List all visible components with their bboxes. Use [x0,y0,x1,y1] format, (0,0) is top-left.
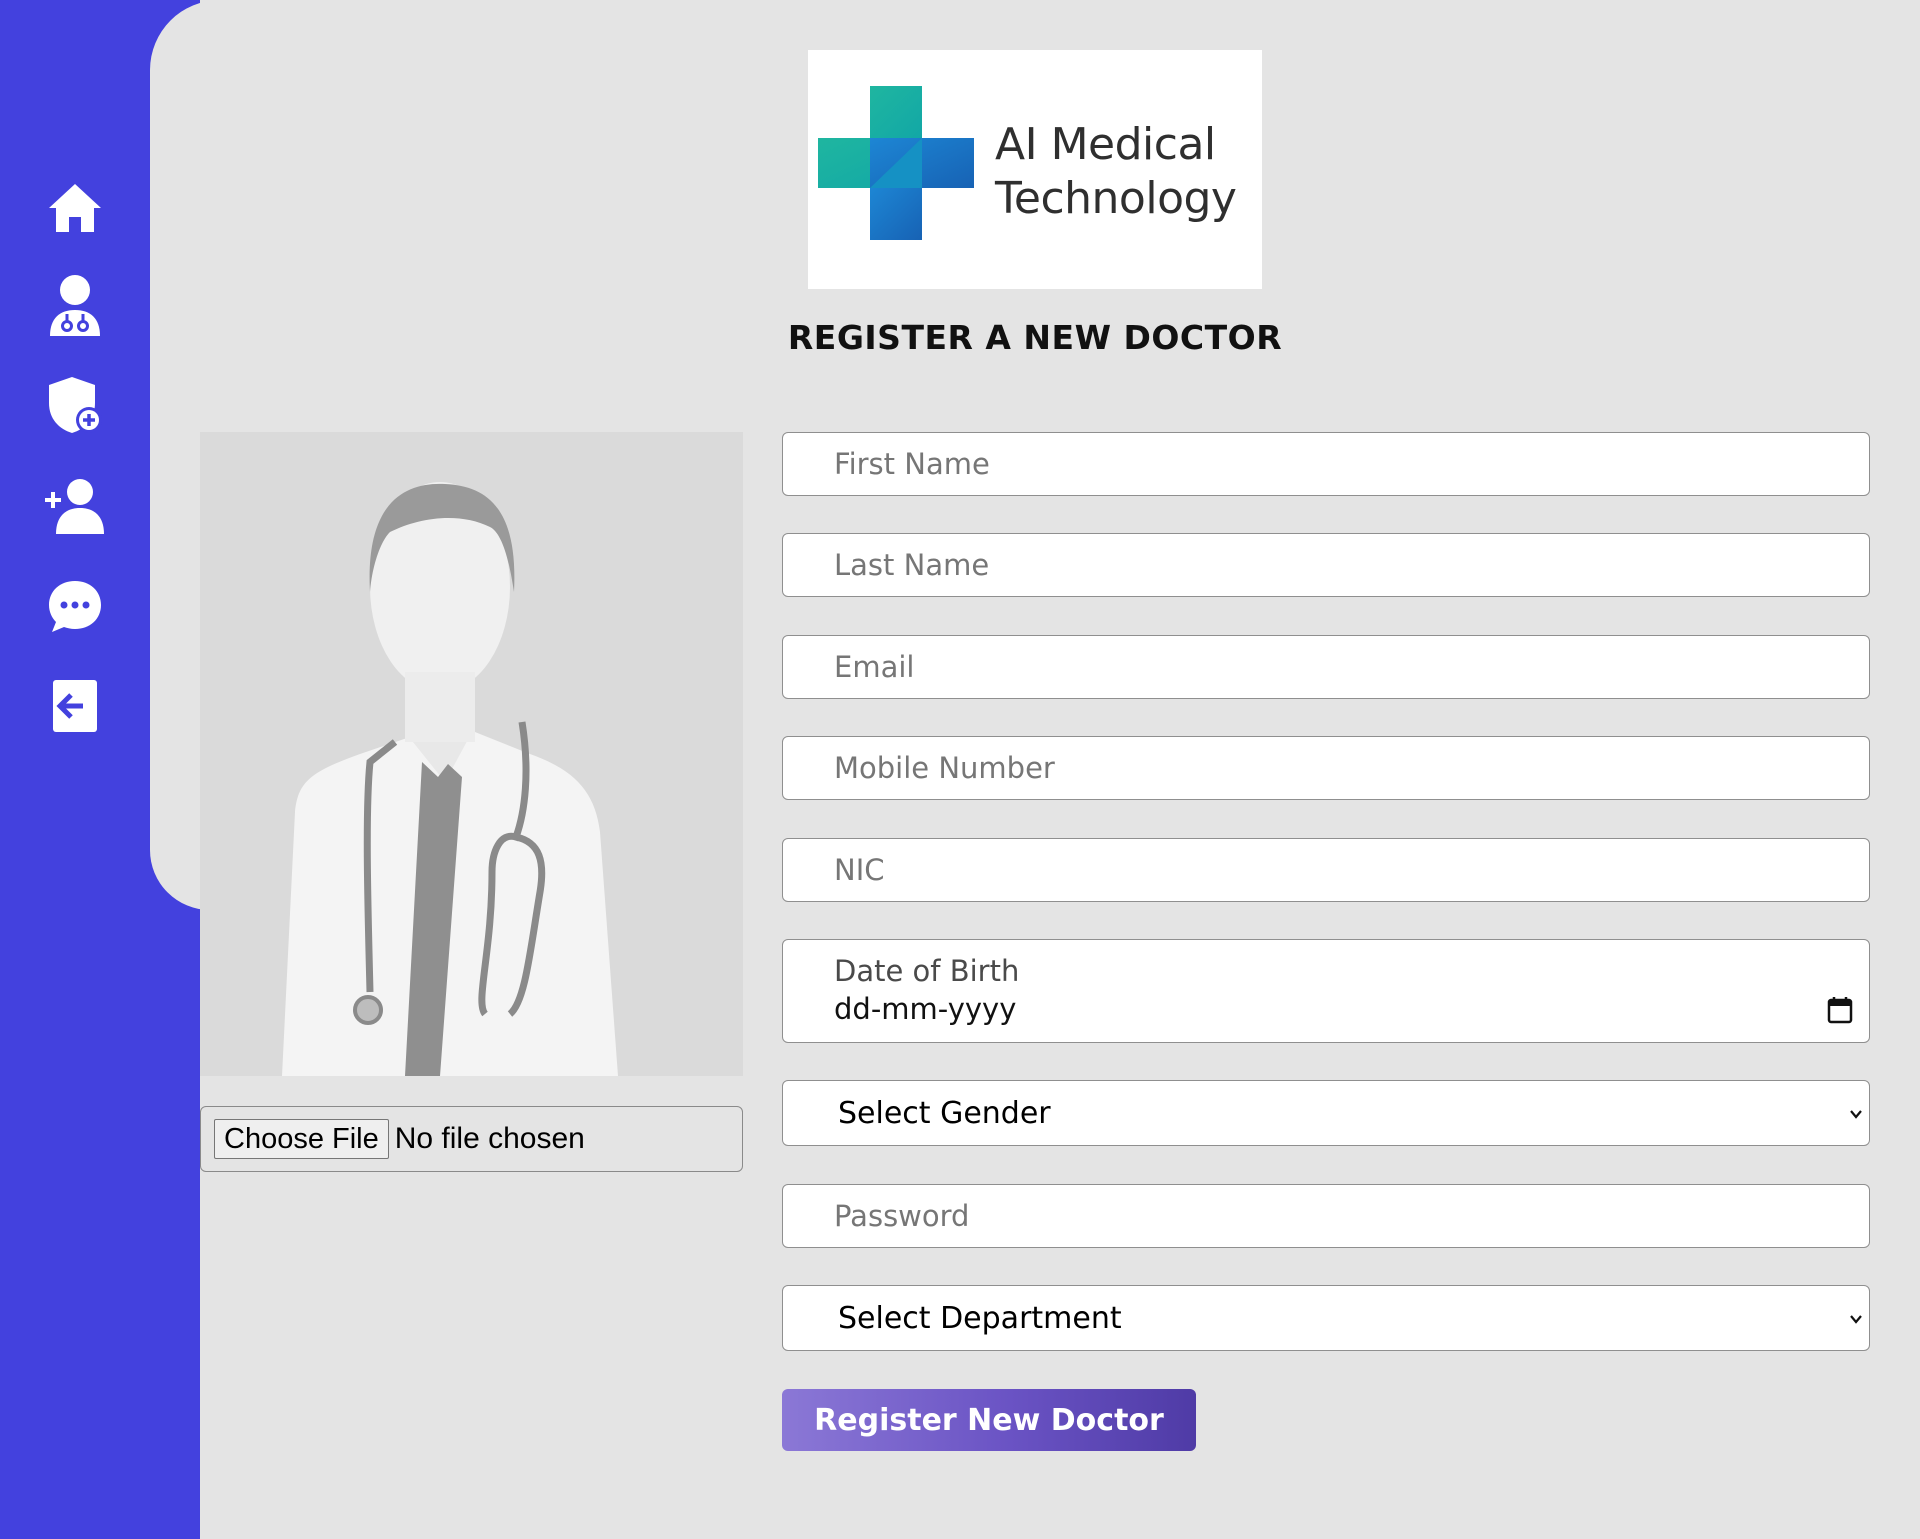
chevron-down-icon [1850,1315,1862,1324]
date-of-birth-label: Date of Birth [834,954,1020,988]
mobile-number-field[interactable]: Mobile Number [782,736,1870,800]
nav-add-doctor-button[interactable] [44,475,106,537]
date-of-birth-field[interactable]: Date of Birth dd-mm-yyyy [782,939,1870,1043]
photo-upload-field: Choose File No file chosen [200,1106,743,1172]
department-selected-value: Select Department [838,1300,1122,1336]
logout-icon [53,680,97,732]
email-field[interactable]: Email [782,635,1870,699]
logo: AI Medical Technology [808,50,1262,289]
register-new-doctor-button[interactable]: Register New Doctor [782,1389,1196,1451]
gender-selected-value: Select Gender [838,1095,1051,1131]
chat-icon [49,581,101,632]
mobile-number-placeholder: Mobile Number [834,751,1055,785]
doctor-photo-preview [200,432,743,1076]
nic-field[interactable]: NIC [782,838,1870,902]
logo-text: AI Medical Technology [995,119,1237,224]
nav-logout-button[interactable] [44,675,106,737]
page-title: REGISTER A NEW DOCTOR [787,318,1283,357]
chevron-down-icon [1850,1110,1862,1119]
shield-plus-icon [49,377,102,433]
last-name-placeholder: Last Name [834,548,990,582]
file-status-text: No file chosen [394,1122,585,1155]
choose-file-button[interactable]: Choose File [214,1119,389,1159]
email-placeholder: Email [834,650,915,684]
password-placeholder: Password [834,1199,970,1233]
last-name-field[interactable]: Last Name [782,533,1870,597]
first-name-placeholder: First Name [834,447,990,481]
doctor-avatar-placeholder-icon [282,482,618,1076]
nav-home-button[interactable] [44,177,106,239]
department-select[interactable]: Select Department [782,1285,1870,1351]
add-user-icon [45,479,104,534]
doctor-icon [50,275,100,336]
nav-doctors-button[interactable] [44,274,106,336]
first-name-field[interactable]: First Name [782,432,1870,496]
medical-cross-logo-icon [818,86,974,240]
nic-placeholder: NIC [834,853,885,887]
gender-select[interactable]: Select Gender [782,1080,1870,1146]
password-field[interactable]: Password [782,1184,1870,1248]
date-of-birth-value: dd-mm-yyyy [834,992,1017,1026]
home-icon [49,184,101,232]
nav-messages-button[interactable] [44,575,106,637]
nav-add-admin-button[interactable] [44,374,106,436]
calendar-icon[interactable] [1827,996,1853,1024]
